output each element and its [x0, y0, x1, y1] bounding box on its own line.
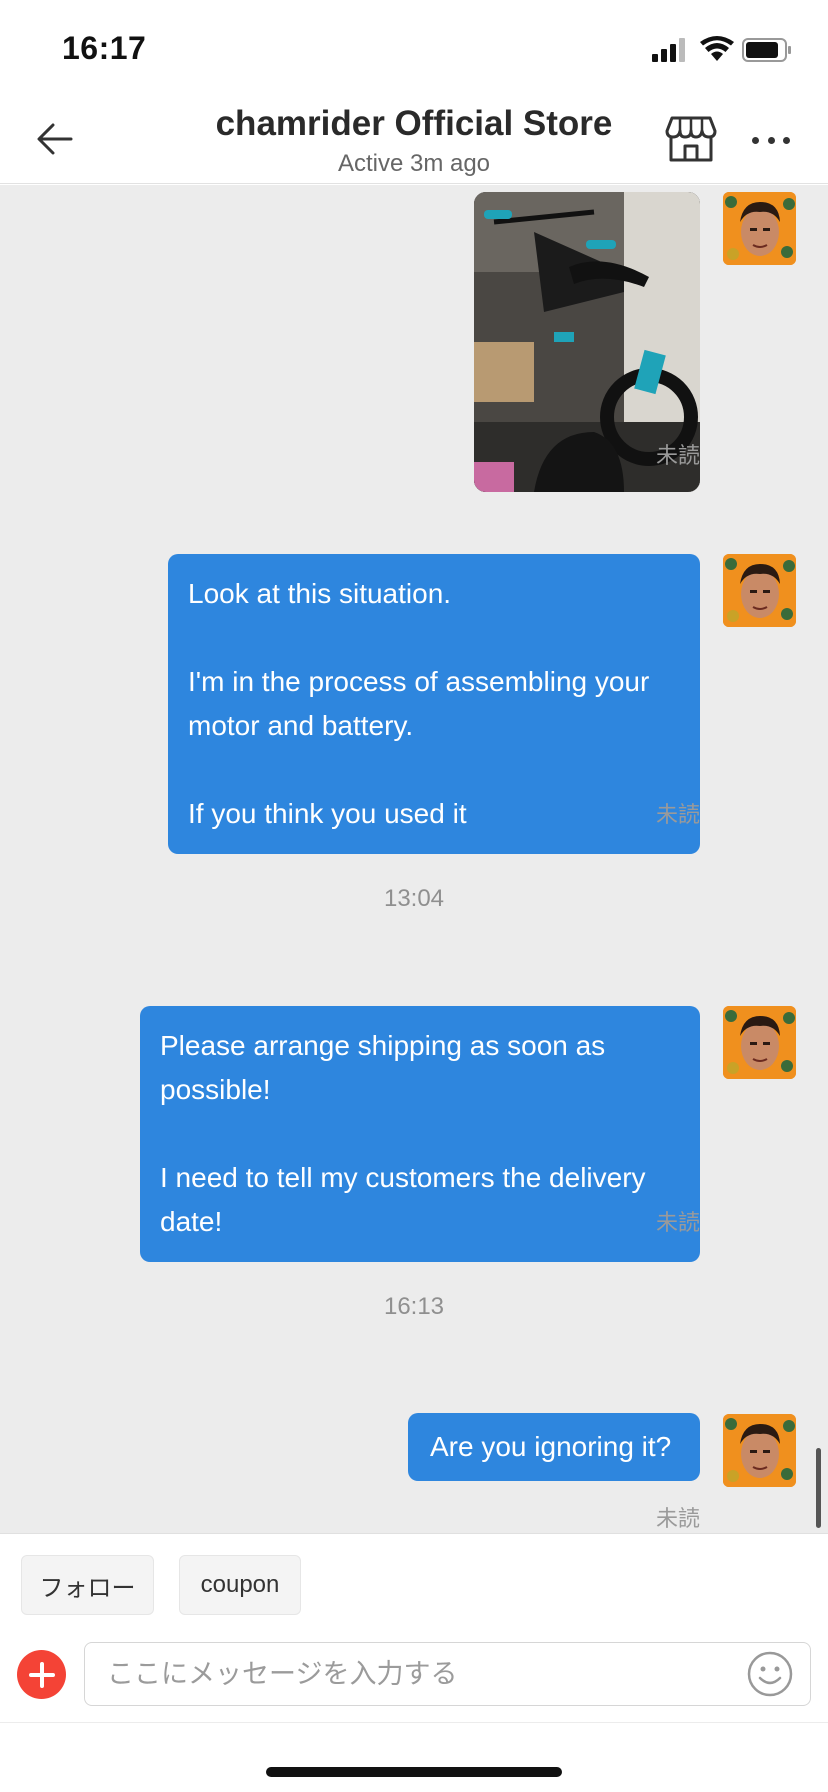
status-time: 16:17 — [62, 30, 147, 66]
scrollbar[interactable] — [816, 1448, 821, 1528]
read-status: 未読 — [655, 443, 700, 468]
user-avatar[interactable] — [723, 554, 796, 627]
read-status: 未読 — [655, 1210, 700, 1235]
chat-timestamp: 16:13 — [383, 1293, 445, 1320]
store-icon — [665, 116, 717, 162]
plus-icon — [28, 1661, 55, 1688]
user-avatar[interactable] — [723, 1414, 796, 1487]
message-bubble[interactable]: Look at this situation. I'm in the proce… — [168, 554, 700, 854]
user-avatar[interactable] — [723, 192, 796, 265]
emoji-button[interactable] — [746, 1650, 794, 1698]
chat-timestamp: 13:04 — [383, 885, 445, 912]
chat-messages-area[interactable]: 未読 Look at this situation. I'm in the pr… — [0, 185, 828, 1533]
avatar-image — [723, 192, 796, 265]
cellular-signal-icon — [652, 38, 685, 62]
battery-icon — [742, 38, 791, 62]
coupon-quick-button[interactable]: coupon — [179, 1555, 301, 1615]
home-indicator[interactable] — [266, 1767, 562, 1777]
composer-area: フォロー coupon — [0, 1533, 828, 1792]
avatar-image — [723, 554, 796, 627]
read-status: 未読 — [655, 802, 700, 827]
store-name-title[interactable]: chamrider Official Store — [216, 104, 613, 143]
wifi-icon — [700, 36, 734, 61]
avatar-image — [723, 1414, 796, 1487]
more-dots-icon — [752, 136, 759, 144]
read-status: 未読 — [655, 1506, 700, 1531]
add-attachment-button[interactable] — [17, 1650, 66, 1699]
store-button[interactable] — [664, 114, 718, 164]
divider — [0, 1722, 828, 1723]
message-bubble[interactable]: Please arrange shipping as soon as possi… — [140, 1006, 700, 1262]
user-avatar[interactable] — [723, 1006, 796, 1079]
message-bubble[interactable]: Are you ignoring it? — [408, 1413, 700, 1481]
follow-quick-button[interactable]: フォロー — [21, 1555, 154, 1615]
smiley-icon — [747, 1651, 793, 1697]
message-input[interactable] — [84, 1642, 811, 1706]
status-bar: 16:17 — [0, 0, 828, 92]
avatar-image — [723, 1006, 796, 1079]
more-options-button[interactable] — [746, 120, 796, 160]
chat-header: chamrider Official Store Active 3m ago — [0, 92, 828, 184]
